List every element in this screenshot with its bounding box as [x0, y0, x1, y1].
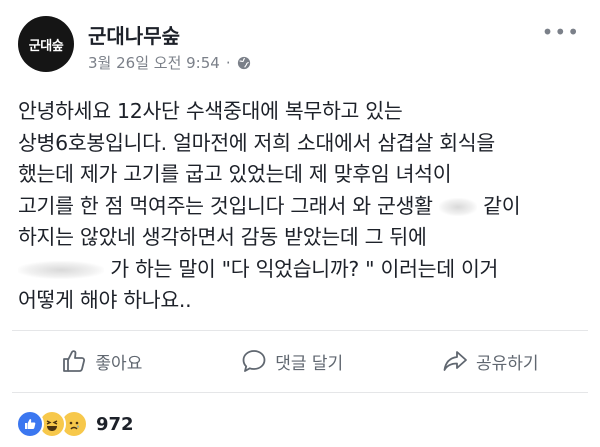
reaction-count[interactable]: 972 — [96, 414, 134, 435]
more-options-button[interactable]: ••• — [542, 22, 580, 42]
share-label: 공유하기 — [476, 353, 539, 374]
avatar[interactable]: 군대숲 — [18, 16, 74, 72]
page-name[interactable]: 군대나무숲 — [88, 20, 180, 49]
post-line: 가 하는 말이 "다 익었습니까? " 이러는데 이거 — [18, 254, 588, 286]
like-button[interactable]: 좋아요 — [61, 348, 142, 374]
like-icon — [16, 410, 44, 438]
redacted-text — [438, 197, 477, 216]
post-line: 했는데 제가 고기를 굽고 있었는데 제 맞후임 녀석이 — [18, 162, 452, 186]
share-icon — [443, 351, 467, 371]
post-line: 안녕하세요 12사단 수색중대에 복무하고 있는 — [18, 99, 403, 123]
post-line: 상병6호봉입니다. 얼마전에 저희 소대에서 삼겹살 회식을 — [18, 130, 495, 155]
globe-icon — [237, 56, 250, 69]
reaction-summary[interactable]: 972 — [16, 410, 134, 438]
post-meta: 3월 26일 오전 9:54 · — [88, 52, 251, 73]
post-timestamp[interactable]: 3월 26일 오전 9:54 — [88, 52, 220, 73]
post-line-text: 같이 — [483, 193, 521, 218]
comment-icon — [242, 350, 266, 372]
post-line-text: 고기를 한 점 먹여주는 것입니다 그래서 와 군생활 — [18, 193, 433, 218]
post-header: 군대숲 군대나무숲 3월 26일 오전 9:54 · ••• — [12, 10, 588, 76]
like-label: 좋아요 — [95, 353, 143, 374]
post-body: 안녕하세요 12사단 수색중대에 복무하고 있는 상병6호봉입니다. 얼마전에 … — [18, 96, 588, 317]
post-line: 하지는 않았네 생각하면서 감동 받았는데 그 뒤에 — [18, 225, 427, 249]
share-button[interactable]: 공유하기 — [442, 348, 539, 374]
post-line: 고기를 한 점 먹여주는 것입니다 그래서 와 군생활 같이 — [18, 191, 588, 223]
post-actions: 좋아요 댓글 달기 공유하기 — [12, 338, 588, 384]
post-line-text: 가 하는 말이 "다 익었습니까? " 이러는데 이거 — [110, 256, 499, 281]
meta-separator: · — [225, 53, 231, 72]
redacted-text — [18, 260, 104, 279]
divider — [12, 330, 588, 331]
divider — [12, 392, 588, 393]
thumbs-up-icon — [63, 350, 86, 372]
comment-button[interactable]: 댓글 달기 — [241, 348, 343, 374]
post-line: 어떻게 해야 하나요.. — [18, 288, 192, 312]
comment-label: 댓글 달기 — [275, 353, 344, 374]
